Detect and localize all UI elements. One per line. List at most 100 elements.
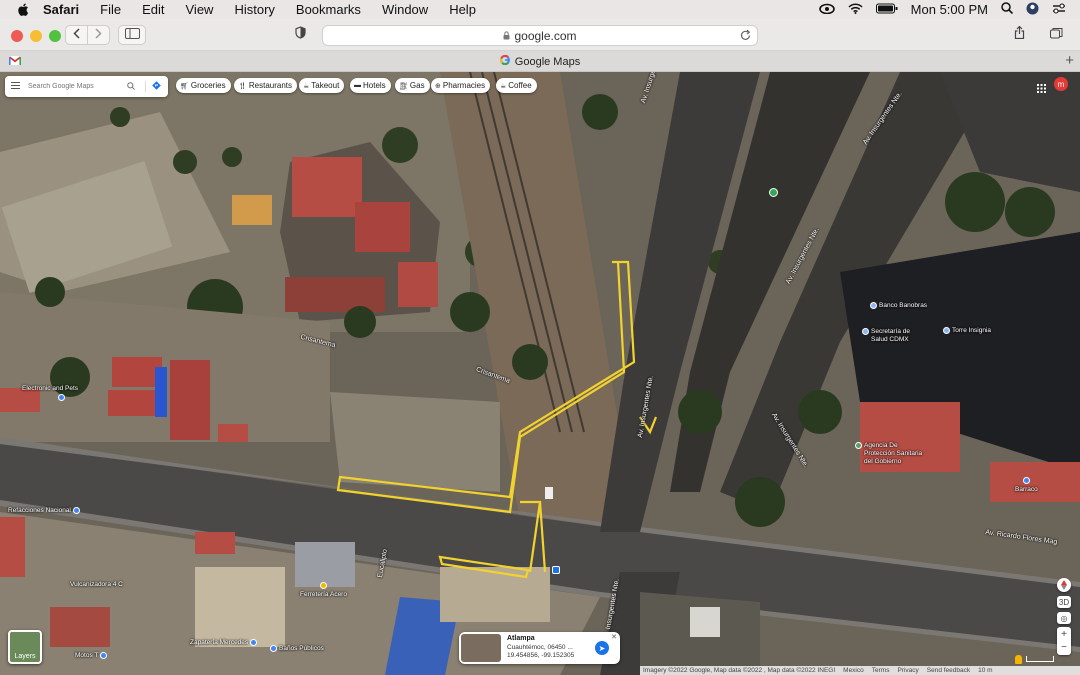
google-apps-grid-icon[interactable] <box>1037 80 1046 98</box>
fork-knife-icon: 🍴︎ <box>238 82 247 90</box>
sidebar-icon <box>124 26 140 44</box>
chip-coffee[interactable]: ☕︎ Coffee <box>496 78 537 93</box>
pin-icon <box>270 645 277 652</box>
zoom-controls: + − <box>1057 627 1071 655</box>
chip-restaurants[interactable]: 🍴︎ Restaurants <box>234 78 298 93</box>
place-card[interactable]: Atlampa Cuauhtémoc, 06450 ... 19.454856,… <box>459 632 620 664</box>
directions-icon[interactable]: ➤ <box>595 641 609 655</box>
apple-icon[interactable] <box>17 3 29 16</box>
poi-ferreteria[interactable]: Ferretería Acero <box>300 582 347 598</box>
layers-label: Layers <box>14 653 36 660</box>
control-center-icon[interactable] <box>1052 2 1066 17</box>
terms-link[interactable]: Terms <box>872 667 890 674</box>
poi-banos[interactable]: Baños Públicos <box>270 645 324 652</box>
chip-label: Coffee <box>508 81 532 90</box>
menu-bookmarks[interactable]: Bookmarks <box>296 2 361 17</box>
menubar-clock[interactable]: Mon 5:00 PM <box>911 2 988 17</box>
poi-agencia[interactable]: Agencia De Protección Sanitaria del Gobi… <box>855 442 928 466</box>
tab-overview-button[interactable] <box>1043 25 1070 45</box>
zoom-out-icon[interactable]: − <box>1061 641 1067 654</box>
poi-motos[interactable]: Motos T <box>75 652 108 659</box>
google-g-icon <box>499 54 510 68</box>
url-text: google.com <box>514 28 577 43</box>
chip-takeout[interactable]: ☕︎ Takeout <box>299 78 345 93</box>
new-tab-icon[interactable]: + <box>1065 53 1074 69</box>
pin-icon <box>1022 477 1030 484</box>
poi-label: Ferretería Acero <box>300 591 347 598</box>
tab-title: Google Maps <box>514 55 581 68</box>
compass-icon[interactable] <box>1057 578 1071 592</box>
chip-pharmacies[interactable]: ⊕ Pharmacies <box>431 78 491 93</box>
back-arrow-icon[interactable] <box>66 26 88 44</box>
battery-icon[interactable] <box>875 2 898 17</box>
my-location-icon[interactable]: ◎ <box>1057 612 1071 624</box>
poi-label: Agencia De Protección Sanitaria del Gobi… <box>864 442 923 465</box>
poi-refacciones[interactable]: Refacciones Nacional <box>8 507 80 514</box>
cart-icon: 🛒︎ <box>180 82 189 90</box>
place-name: Atlampa <box>507 635 535 642</box>
sidebar-toggle-button[interactable] <box>118 25 146 45</box>
poi-barraco[interactable]: Barraco <box>1015 477 1038 493</box>
back-forward-group <box>65 25 110 45</box>
wifi-icon[interactable] <box>848 2 863 17</box>
menu-history[interactable]: History <box>234 2 274 17</box>
tilt-3d-button[interactable]: 3D <box>1057 596 1071 608</box>
address-bar[interactable]: google.com <box>322 25 758 46</box>
privacy-link[interactable]: Privacy <box>897 667 918 674</box>
poi-label: Motos T <box>75 652 99 659</box>
shield-icon <box>294 26 306 44</box>
close-icon[interactable]: ✕ <box>611 633 617 641</box>
poi-torre-insignia[interactable]: Torre Insignia <box>943 327 991 334</box>
menu-window[interactable]: Window <box>382 2 428 17</box>
poi-electronic[interactable]: Electronic and Pets <box>22 385 78 401</box>
creative-cloud-icon[interactable] <box>818 2 835 17</box>
chip-label: Groceries <box>190 81 226 90</box>
hamburger-menu-icon[interactable] <box>11 82 20 91</box>
park-pin-icon[interactable] <box>769 188 778 197</box>
bed-icon: ▬ <box>354 82 361 89</box>
place-thumbnail[interactable] <box>461 634 501 662</box>
search-icon[interactable] <box>127 81 135 92</box>
tab-google-maps[interactable]: Google Maps <box>0 51 1080 72</box>
menu-file[interactable]: File <box>100 2 121 17</box>
chip-gas[interactable]: ⛽︎ Gas <box>395 78 430 93</box>
close-window-button[interactable] <box>11 30 23 42</box>
pin-icon <box>943 327 950 334</box>
share-button[interactable] <box>1006 25 1033 45</box>
pegman-icon[interactable] <box>1015 655 1022 664</box>
forward-arrow-icon[interactable] <box>88 26 109 44</box>
poi-secretaria[interactable]: Secretaría de Salud CDMX <box>862 328 913 344</box>
maximize-window-button[interactable] <box>49 30 61 42</box>
chip-hotels[interactable]: ▬ Hotels <box>350 78 391 93</box>
pin-icon <box>72 507 80 514</box>
send-feedback-link[interactable]: Send feedback <box>927 667 970 674</box>
directions-icon[interactable] <box>145 81 161 92</box>
poi-zapateria[interactable]: Zapatería Mercedes <box>190 639 258 646</box>
poi-banobras[interactable]: Banco Banobras <box>870 302 927 309</box>
spotlight-search-icon[interactable] <box>1001 2 1014 17</box>
poi-label: Barraco <box>1015 486 1038 493</box>
map-search-input[interactable] <box>28 83 123 90</box>
chip-label: Takeout <box>311 81 340 90</box>
chip-label: Hotels <box>363 81 386 90</box>
menu-app-name[interactable]: Safari <box>43 2 79 17</box>
poi-label: Electronic and Pets <box>22 385 79 392</box>
menu-view[interactable]: View <box>186 2 214 17</box>
menu-edit[interactable]: Edit <box>142 2 164 17</box>
map-canvas[interactable]: 🛒︎Groceries 🍴︎Restaurants ☕︎Takeout ▬Hot… <box>0 72 1080 675</box>
transit-stop-icon[interactable] <box>552 566 560 574</box>
zoom-in-icon[interactable]: + <box>1061 628 1067 641</box>
region-link[interactable]: Mexico <box>843 667 864 674</box>
privacy-report-button[interactable] <box>285 25 315 45</box>
layers-button[interactable]: Layers <box>8 630 42 664</box>
chip-groceries[interactable]: 🛒︎ Groceries <box>176 78 231 93</box>
minimize-window-button[interactable] <box>30 30 42 42</box>
account-avatar[interactable]: m <box>1054 77 1068 91</box>
reload-icon[interactable] <box>740 29 751 44</box>
poi-vulcanizadora[interactable]: Vulcanizadora 4 C <box>70 581 123 588</box>
menu-help[interactable]: Help <box>449 2 476 17</box>
pin-icon <box>250 639 258 646</box>
pin-icon <box>870 302 877 309</box>
user-profile-icon[interactable] <box>1026 2 1039 18</box>
map-search-box[interactable] <box>5 76 168 97</box>
